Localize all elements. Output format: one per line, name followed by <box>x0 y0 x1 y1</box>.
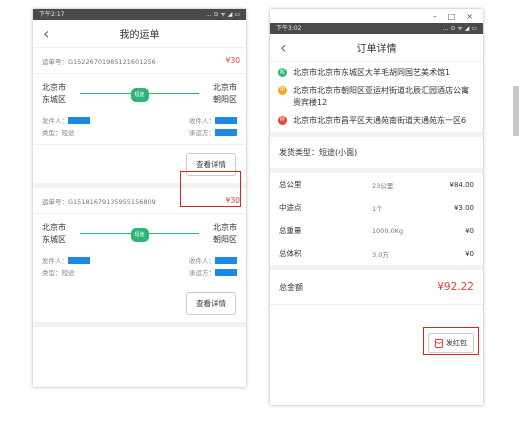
fee-qty: 3.0方 <box>372 250 389 259</box>
sender-label: 发件人： <box>42 257 68 265</box>
from-district: 东城区 <box>42 95 66 104</box>
fee-label: 总体积 <box>279 249 302 258</box>
delivery-type: 发货类型：短途(小面) <box>270 132 483 173</box>
fee-row: 中途点 1个 ¥3.00 <box>270 196 483 219</box>
fee-qty: 1000.0Kg <box>372 226 404 235</box>
route: 北京市东城区 短途 北京市朝阳区 <box>33 74 246 106</box>
maximize-icon[interactable]: □ <box>448 12 456 21</box>
nav-bar: ‹ 我的运单 <box>33 20 246 48</box>
waybill-card: 运单号：G15181679135955156809 ¥30 北京市 东城区 短途 … <box>33 188 246 327</box>
to-district: 朝阳区 <box>213 95 237 104</box>
sender-redacted <box>68 257 90 264</box>
address-text: 北京市北京市昌平区天通苑南街道天通苑东一区6 <box>293 116 467 125</box>
type-label: 类型：短途 <box>42 269 75 277</box>
from-city: 北京市 <box>42 83 66 92</box>
address-start: 起 北京市北京市东城区大羊毛胡同国艺美术馆1 <box>278 64 475 82</box>
fee-table: 总公里 23公里 ¥84.00 中途点 1个 ¥3.00 总重量 1000.0K… <box>270 173 483 265</box>
from-city: 北京市 <box>42 223 66 232</box>
back-arrow-icon[interactable]: ‹ <box>43 24 49 43</box>
page-title: 我的运单 <box>119 30 160 41</box>
waypoint-marker-icon: 中 <box>278 86 287 95</box>
status-time: 下午2:17 <box>39 11 65 18</box>
view-detail-button[interactable]: 查看详情 <box>186 291 236 315</box>
address-text: 北京市北京市东城区大羊毛胡同国艺美术馆1 <box>293 68 451 77</box>
highlight-box <box>423 327 479 355</box>
total-row: 总金额 ¥92.22 <box>270 265 483 305</box>
close-icon[interactable]: × <box>466 12 473 21</box>
status-time: 下午3:02 <box>276 25 302 32</box>
type-label: 类型：短途 <box>42 129 75 137</box>
address-waypoint: 中 北京市北京市朝阳区亚运村街道北辰汇园酒店公寓贵宾楼12 <box>278 82 475 112</box>
waybill-card: 运单号：G15226701985121601256 ¥30 北京市东城区 短途 … <box>33 48 246 188</box>
fee-qty: 23公里 <box>372 181 394 190</box>
fee-label: 中途点 <box>279 203 302 212</box>
back-arrow-icon[interactable]: ‹ <box>280 38 286 57</box>
scrollbar[interactable] <box>513 86 519 136</box>
receiver-redacted <box>215 117 237 124</box>
sender-redacted <box>68 117 90 124</box>
fee-label: 总公里 <box>279 180 302 189</box>
waybill-number: 运单号：G15181679135955156809 <box>42 198 156 206</box>
status-bar: 下午3:02 ... ⊙ ᯤ ◢ ▭ <box>270 23 483 34</box>
fee-amount: ¥84.00 <box>449 180 475 189</box>
fee-qty: 1个 <box>372 204 383 213</box>
from-district: 东城区 <box>42 235 66 244</box>
page-title: 订单详情 <box>356 44 397 55</box>
fee-amount: ¥3.00 <box>453 203 474 212</box>
nav-bar: ‹ 订单详情 <box>270 34 483 62</box>
address-list: 起 北京市北京市东城区大羊毛胡同国艺美术馆1 中 北京市北京市朝阳区亚运村街道北… <box>270 62 483 132</box>
fee-amount: ¥0 <box>465 249 474 258</box>
fee-label: 总重量 <box>279 226 302 235</box>
parties: 发件人： 类型：短途 收件人： 承运方： <box>33 246 246 284</box>
carrier-label: 承运方： <box>189 129 215 137</box>
parties: 发件人： 类型：短途 收件人： 承运方： <box>33 106 246 144</box>
trip-type-tag: 短途 <box>130 228 149 242</box>
window-controls: – □ × <box>270 9 483 23</box>
to-city: 北京市 <box>213 83 237 92</box>
status-icons: ... ⊙ ᯤ ◢ ▭ <box>442 25 477 32</box>
total-label: 总金额 <box>279 282 303 292</box>
total-amount: ¥92.22 <box>437 281 474 293</box>
status-icons: ... ⊙ ᯤ ◢ ▭ <box>205 11 240 18</box>
fee-amount: ¥0 <box>465 226 474 235</box>
route: 北京市东城区 短途 北京市朝阳区 <box>33 214 246 246</box>
end-marker-icon: 终 <box>278 116 287 125</box>
carrier-redacted <box>215 269 237 276</box>
sender-label: 发件人： <box>42 117 68 125</box>
address-end: 终 北京市北京市昌平区天通苑南街道天通苑东一区6 <box>278 112 475 130</box>
waybill-price: ¥30 <box>225 56 240 65</box>
fee-row: 总公里 23公里 ¥84.00 <box>270 173 483 196</box>
receiver-redacted <box>215 257 237 264</box>
fee-row: 总重量 1000.0Kg ¥0 <box>270 219 483 242</box>
carrier-label: 承运方： <box>189 269 215 277</box>
waybill-number: 运单号：G15226701985121601256 <box>42 58 156 66</box>
start-marker-icon: 起 <box>278 68 287 77</box>
to-city: 北京市 <box>213 223 237 232</box>
address-text: 北京市北京市朝阳区亚运村街道北辰汇园酒店公寓贵宾楼12 <box>293 86 469 107</box>
highlight-box <box>180 171 241 207</box>
order-detail-screen: – □ × 下午3:02 ... ⊙ ᯤ ◢ ▭ ‹ 订单详情 起 北京市北京市… <box>270 9 483 405</box>
receiver-label: 收件人： <box>189 257 215 265</box>
waybill-list-screen: 下午2:17 ... ⊙ ᯤ ◢ ▭ ‹ 我的运单 运单号：G152267019… <box>33 9 246 387</box>
carrier-redacted <box>215 129 237 136</box>
trip-type-tag: 短途 <box>130 88 149 102</box>
status-bar: 下午2:17 ... ⊙ ᯤ ◢ ▭ <box>33 9 246 20</box>
receiver-label: 收件人： <box>189 117 215 125</box>
fee-row: 总体积 3.0方 ¥0 <box>270 242 483 265</box>
minimize-icon[interactable]: – <box>433 12 437 21</box>
to-district: 朝阳区 <box>213 235 237 244</box>
